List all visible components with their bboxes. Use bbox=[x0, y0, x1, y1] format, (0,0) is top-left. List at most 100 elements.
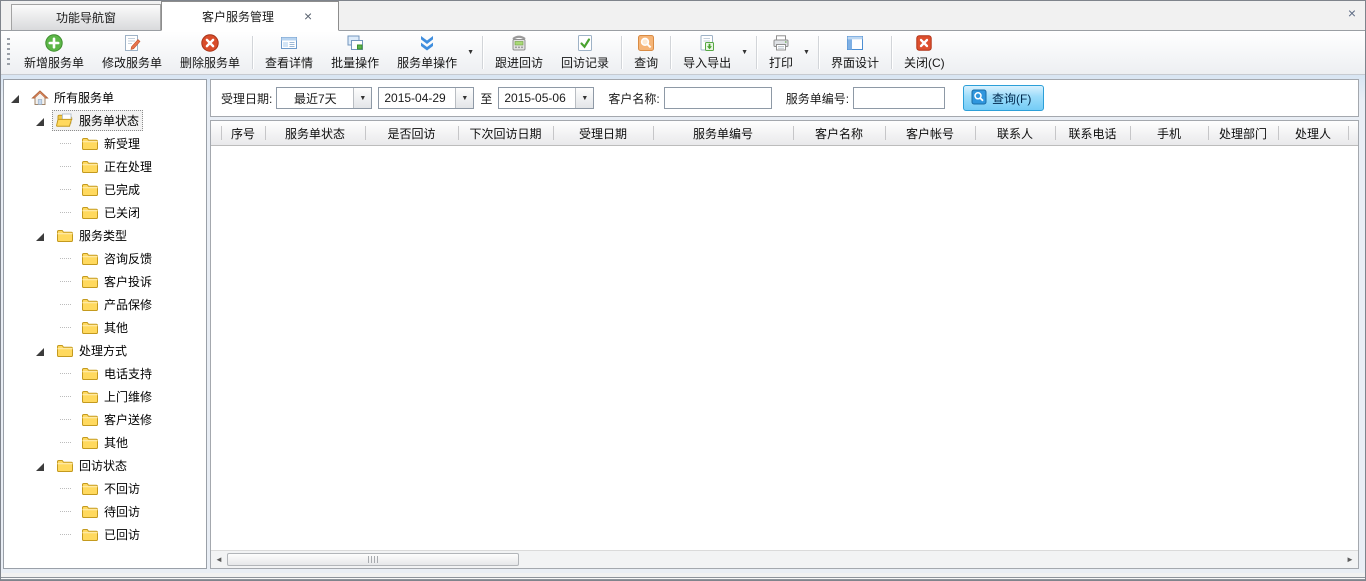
expand-icon[interactable] bbox=[10, 93, 20, 103]
tree-node[interactable]: 待回访 bbox=[4, 500, 206, 523]
tree-node-box[interactable]: 上门维修 bbox=[77, 386, 156, 407]
column-header[interactable]: 下次回访日期 bbox=[458, 121, 553, 145]
toolbar-button-print[interactable]: 打印 bbox=[760, 31, 802, 74]
column-header[interactable]: 联系人 bbox=[975, 121, 1055, 145]
tree-node[interactable]: 处理方式 bbox=[4, 339, 206, 362]
expand-icon[interactable] bbox=[35, 346, 45, 356]
toolbar-button-delete[interactable]: 删除服务单 bbox=[171, 31, 249, 74]
column-header[interactable]: 序号 bbox=[221, 121, 265, 145]
tree-node-box[interactable]: 服务类型 bbox=[52, 225, 131, 246]
date-range-combo[interactable]: 最近7天 ▼ bbox=[276, 87, 372, 109]
chevron-down-icon[interactable]: ▼ bbox=[455, 88, 473, 108]
toolbar-button-edit[interactable]: 修改服务单 bbox=[93, 31, 171, 74]
import-export-icon bbox=[697, 33, 717, 53]
tree-node-box[interactable]: 服务单状态 bbox=[52, 110, 143, 131]
toolbar-button-import-export[interactable]: 导入导出 bbox=[674, 31, 740, 74]
horizontal-scrollbar[interactable]: ◄ ► bbox=[211, 550, 1358, 568]
toolbar-button-add[interactable]: 新增服务单 bbox=[15, 31, 93, 74]
panel-close-icon[interactable]: × bbox=[1348, 6, 1356, 20]
query-button[interactable]: 查询(F) bbox=[963, 85, 1044, 111]
tree-node-box[interactable]: 客户投诉 bbox=[77, 271, 156, 292]
tree-node-box[interactable]: 客户送修 bbox=[77, 409, 156, 430]
tree-node-box[interactable]: 已完成 bbox=[77, 179, 144, 200]
tree-node-box[interactable]: 处理方式 bbox=[52, 340, 131, 361]
scroll-right-icon[interactable]: ► bbox=[1342, 551, 1358, 568]
tree-node[interactable]: 服务类型 bbox=[4, 224, 206, 247]
tree-node[interactable]: 客户投诉 bbox=[4, 270, 206, 293]
tree-node[interactable]: 客户送修 bbox=[4, 408, 206, 431]
folder-icon bbox=[56, 228, 74, 244]
tree-node[interactable]: 产品保修 bbox=[4, 293, 206, 316]
order-no-input[interactable] bbox=[853, 87, 945, 109]
tree-node-box[interactable]: 已回访 bbox=[77, 524, 144, 545]
scroll-left-icon[interactable]: ◄ bbox=[211, 551, 227, 568]
column-header[interactable]: 是否回访 bbox=[365, 121, 458, 145]
toolbar-button-close[interactable]: 关闭(C) bbox=[895, 31, 954, 74]
date-to-combo[interactable]: 2015-05-06 ▼ bbox=[498, 87, 594, 109]
column-header[interactable]: 客户名称 bbox=[793, 121, 885, 145]
tree-node-box[interactable]: 回访状态 bbox=[52, 455, 131, 476]
tree-node-box[interactable]: 已关闭 bbox=[77, 202, 144, 223]
toolbar-button-search[interactable]: 查询 bbox=[625, 31, 667, 74]
date-from-combo[interactable]: 2015-04-29 ▼ bbox=[378, 87, 474, 109]
tree-node[interactable]: 已回访 bbox=[4, 523, 206, 546]
tree-node[interactable]: 服务单状态 bbox=[4, 109, 206, 132]
tree-node-box[interactable]: 所有服务单 bbox=[27, 87, 118, 108]
tab-close-icon[interactable]: × bbox=[304, 9, 312, 23]
design-icon bbox=[845, 33, 865, 53]
tree-node[interactable]: 正在处理 bbox=[4, 155, 206, 178]
dropdown-caret-icon[interactable]: ▼ bbox=[802, 49, 815, 56]
toolbar-button-followup[interactable]: 跟进回访 bbox=[486, 31, 552, 74]
expand-icon[interactable] bbox=[35, 116, 45, 126]
tree-node[interactable]: 回访状态 bbox=[4, 454, 206, 477]
tree-node-box[interactable]: 电话支持 bbox=[77, 363, 156, 384]
tree-node[interactable]: 其他 bbox=[4, 316, 206, 339]
dropdown-caret-icon[interactable]: ▼ bbox=[466, 49, 479, 56]
toolbar-button-record[interactable]: 回访记录 bbox=[552, 31, 618, 74]
column-header[interactable]: 客户帐号 bbox=[885, 121, 975, 145]
tree-node[interactable]: 上门维修 bbox=[4, 385, 206, 408]
tree-node-box[interactable]: 其他 bbox=[77, 317, 132, 338]
tree-node-box[interactable]: 咨询反馈 bbox=[77, 248, 156, 269]
column-header[interactable]: 服务单编号 bbox=[653, 121, 793, 145]
expand-icon[interactable] bbox=[35, 461, 45, 471]
tab-customer-service[interactable]: 客户服务管理 × bbox=[161, 1, 339, 31]
column-header[interactable]: 处理人 bbox=[1278, 121, 1348, 145]
expand-icon[interactable] bbox=[35, 231, 45, 241]
tree-node-box[interactable]: 不回访 bbox=[77, 478, 144, 499]
toolbar-button-operations[interactable]: 服务单操作 bbox=[388, 31, 466, 74]
chevron-down-icon[interactable]: ▼ bbox=[575, 88, 593, 108]
column-header[interactable]: 处理部门 bbox=[1208, 121, 1278, 145]
column-header[interactable]: 手机 bbox=[1130, 121, 1208, 145]
tree-node-box[interactable]: 正在处理 bbox=[77, 156, 156, 177]
edit-icon bbox=[122, 33, 142, 53]
folder-open-icon bbox=[56, 113, 74, 129]
tab-function-nav[interactable]: 功能导航窗 bbox=[11, 4, 161, 30]
folder-icon bbox=[56, 458, 74, 474]
tree-node-box[interactable]: 产品保修 bbox=[77, 294, 156, 315]
tree-node[interactable]: 已完成 bbox=[4, 178, 206, 201]
tree-node[interactable]: 电话支持 bbox=[4, 362, 206, 385]
tree-node[interactable]: 所有服务单 bbox=[4, 86, 206, 109]
column-header[interactable]: 联系电话 bbox=[1055, 121, 1130, 145]
column-header-label: 受理日期 bbox=[579, 125, 627, 142]
column-header[interactable]: 服务单状态 bbox=[265, 121, 365, 145]
tree-node[interactable]: 咨询反馈 bbox=[4, 247, 206, 270]
tree-node-box[interactable]: 其他 bbox=[77, 432, 132, 453]
toolbar-button-batch[interactable]: 批量操作 bbox=[322, 31, 388, 74]
toolbar-drag-handle-icon[interactable] bbox=[7, 38, 10, 67]
dropdown-caret-icon[interactable]: ▼ bbox=[740, 49, 753, 56]
toolbar-button-details[interactable]: 查看详情 bbox=[256, 31, 322, 74]
tree-node[interactable]: 其他 bbox=[4, 431, 206, 454]
tree-node[interactable]: 不回访 bbox=[4, 477, 206, 500]
customer-name-input[interactable] bbox=[664, 87, 772, 109]
tree-node[interactable]: 已关闭 bbox=[4, 201, 206, 224]
tree-node[interactable]: 新受理 bbox=[4, 132, 206, 155]
column-header[interactable]: 受理日期 bbox=[553, 121, 653, 145]
query-button-label: 查询(F) bbox=[992, 90, 1031, 107]
tree-node-box[interactable]: 待回访 bbox=[77, 501, 144, 522]
scrollbar-thumb[interactable] bbox=[227, 553, 519, 566]
chevron-down-icon[interactable]: ▼ bbox=[353, 88, 371, 108]
tree-node-box[interactable]: 新受理 bbox=[77, 133, 144, 154]
toolbar-button-design[interactable]: 界面设计 bbox=[822, 31, 888, 74]
